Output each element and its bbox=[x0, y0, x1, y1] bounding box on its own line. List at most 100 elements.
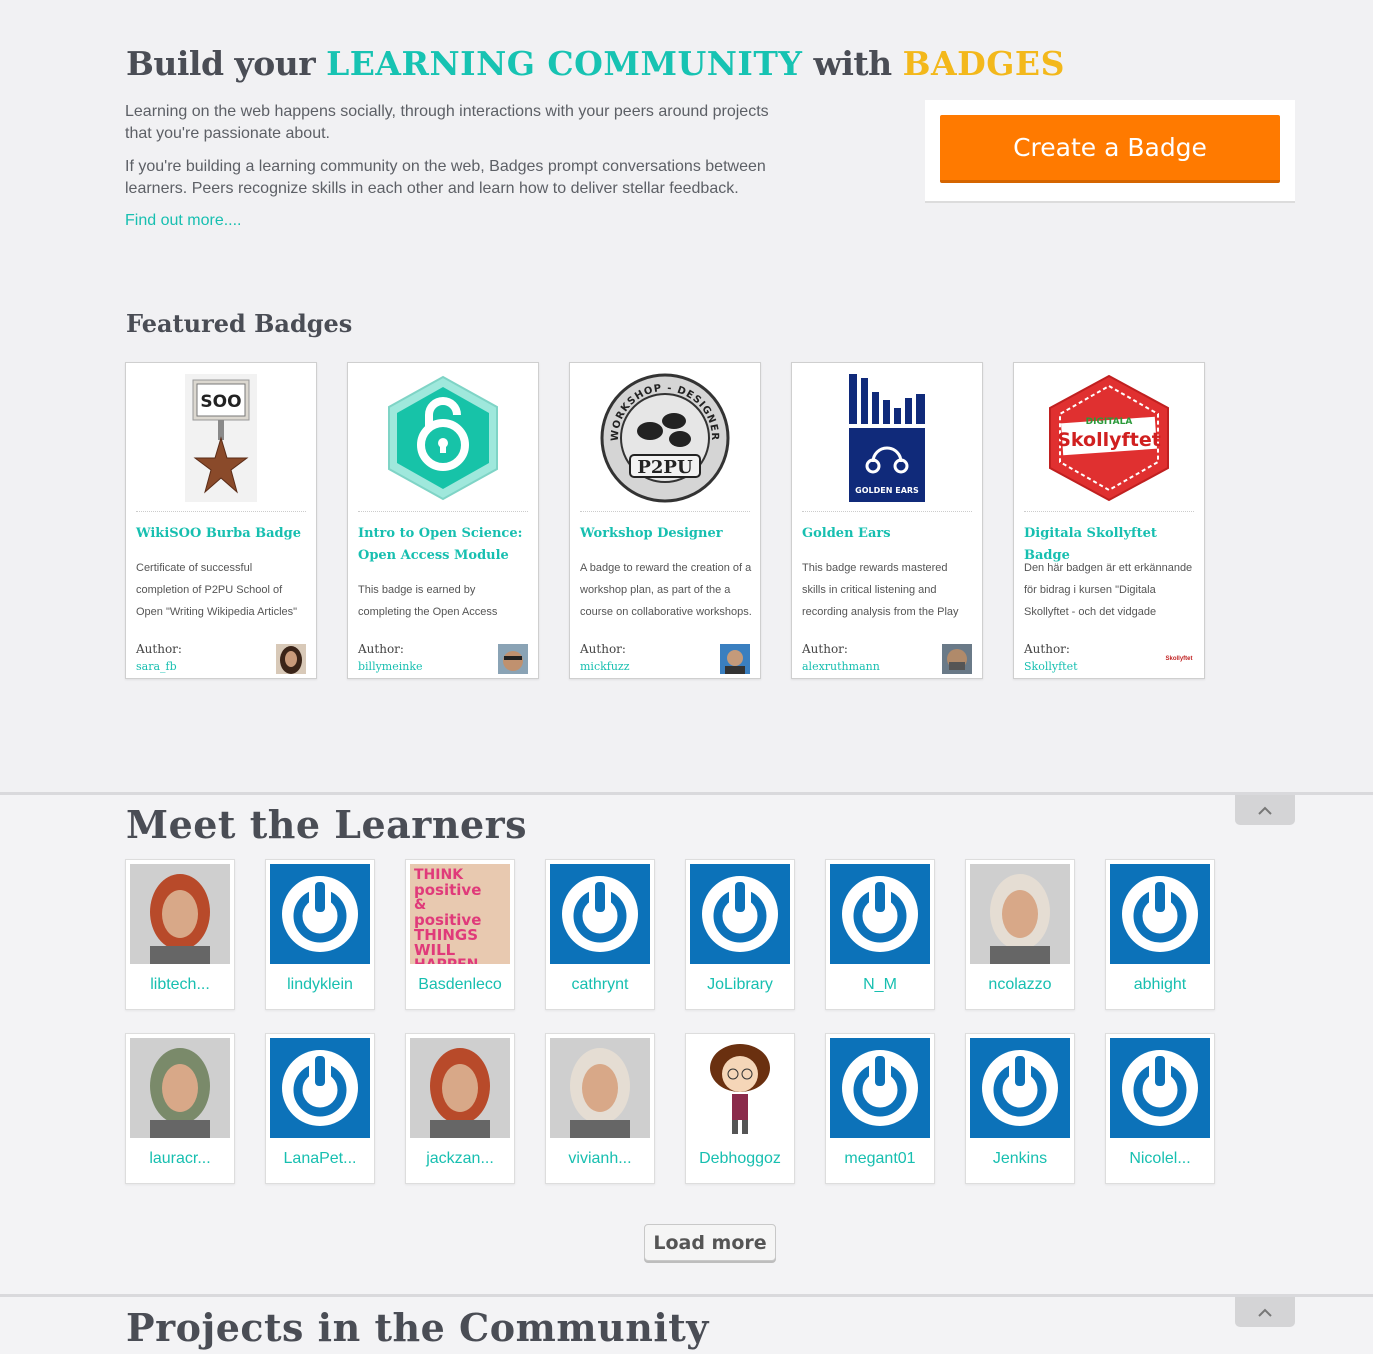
learner-photo: THINKpositive&positiveTHINGS WILLHAPPEN bbox=[410, 864, 510, 964]
learner-name[interactable]: lauracr... bbox=[126, 1150, 234, 1168]
learner-name[interactable]: Basdenleco bbox=[406, 976, 514, 994]
author-avatar[interactable]: Skollyftet bbox=[1164, 644, 1194, 674]
badge-image-workshop-designer: WORKSHOP - DESIGNER P2PU bbox=[580, 373, 750, 503]
author-avatar[interactable] bbox=[720, 644, 750, 674]
learner-card[interactable]: JoLibrary bbox=[685, 859, 795, 1010]
badge-image-golden-ears: GOLDEN EARS bbox=[802, 373, 972, 503]
badge-name[interactable]: Golden Ears bbox=[802, 523, 974, 545]
badge-card[interactable]: SOO WikiSOO Burba Badge Certificate of s… bbox=[125, 362, 317, 679]
cta-panel: Create a Badge bbox=[925, 100, 1295, 201]
badge-author-link[interactable]: Skollyftet bbox=[1024, 660, 1078, 673]
learner-card[interactable]: Jenkins bbox=[965, 1033, 1075, 1184]
badge-image-text-bottom: P2PU bbox=[637, 457, 693, 478]
learner-card[interactable]: lauracr... bbox=[125, 1033, 235, 1184]
power-icon bbox=[970, 1038, 1070, 1138]
badge-name[interactable]: Workshop Designer bbox=[580, 523, 752, 545]
learner-name[interactable]: abhight bbox=[1106, 976, 1214, 994]
learner-name[interactable]: cathrynt bbox=[546, 976, 654, 994]
badge-image-wikisoo: SOO bbox=[136, 373, 306, 503]
chevron-up-icon bbox=[1258, 1308, 1272, 1317]
find-out-more-link[interactable]: Find out more.... bbox=[125, 212, 242, 230]
badge-card[interactable]: GOLDEN EARS Golden Ears This badge rewar… bbox=[791, 362, 983, 679]
learner-card[interactable]: THINKpositive&positiveTHINGS WILLHAPPENB… bbox=[405, 859, 515, 1010]
chevron-up-icon bbox=[1258, 806, 1272, 815]
badge-image-text-small: DIGITALA bbox=[1086, 417, 1133, 427]
badge-card[interactable]: DIGITALA Skollyftet Digitala Skollyftet … bbox=[1013, 362, 1205, 679]
learner-photo bbox=[410, 1038, 510, 1138]
learner-card[interactable]: lindyklein bbox=[265, 859, 375, 1010]
hero-title: Build your LEARNING COMMUNITY with BADGE… bbox=[126, 44, 1065, 83]
learner-name[interactable]: N_M bbox=[826, 976, 934, 994]
learner-name[interactable]: lindyklein bbox=[266, 976, 374, 994]
learner-name[interactable]: libtech... bbox=[126, 976, 234, 994]
learner-card[interactable]: LanaPet... bbox=[265, 1033, 375, 1184]
badge-image-open-access bbox=[358, 373, 528, 503]
learner-name[interactable]: LanaPet... bbox=[266, 1150, 374, 1168]
learner-card[interactable]: cathrynt bbox=[545, 859, 655, 1010]
learner-name[interactable]: Jenkins bbox=[966, 1150, 1074, 1168]
badge-author-link[interactable]: billymeinke bbox=[358, 660, 423, 673]
power-icon bbox=[270, 864, 370, 964]
learner-photo-text: positive bbox=[414, 881, 482, 899]
power-icon bbox=[1110, 864, 1210, 964]
learner-name[interactable]: Nicolel... bbox=[1106, 1150, 1214, 1168]
section-divider bbox=[0, 792, 1373, 795]
badge-image-text: Skollyftet bbox=[1057, 429, 1161, 451]
power-icon bbox=[270, 1038, 370, 1138]
learner-card[interactable]: libtech... bbox=[125, 859, 235, 1010]
meet-learners-heading: Meet the Learners bbox=[126, 802, 528, 847]
badge-description: Certificate of successful completion of … bbox=[136, 562, 298, 618]
badge-image-text: GOLDEN EARS bbox=[855, 486, 919, 495]
learner-photo-text: THINGS WILL bbox=[414, 926, 479, 959]
learner-card[interactable]: ncolazzo bbox=[965, 859, 1075, 1010]
hero-paragraph-1: Learning on the web happens socially, th… bbox=[125, 103, 769, 142]
learner-photo bbox=[970, 864, 1070, 964]
load-more-button[interactable]: Load more bbox=[644, 1224, 776, 1261]
learner-card[interactable]: vivianh... bbox=[545, 1033, 655, 1184]
author-label: Author: bbox=[358, 642, 404, 656]
author-avatar[interactable] bbox=[276, 644, 306, 674]
scroll-up-button[interactable] bbox=[1235, 795, 1295, 825]
learner-name[interactable]: JoLibrary bbox=[686, 976, 794, 994]
author-label: Author: bbox=[1024, 642, 1070, 656]
learner-card[interactable]: Nicolel... bbox=[1105, 1033, 1215, 1184]
scroll-up-button[interactable] bbox=[1235, 1297, 1295, 1327]
author-avatar[interactable] bbox=[498, 644, 528, 674]
author-label: Author: bbox=[136, 642, 182, 656]
power-icon bbox=[830, 1038, 930, 1138]
badge-author-link[interactable]: alexruthmann bbox=[802, 660, 880, 673]
learner-photo bbox=[550, 1038, 650, 1138]
badge-card[interactable]: WORKSHOP - DESIGNER P2PU Workshop Design… bbox=[569, 362, 761, 679]
learner-card[interactable]: Debhoggoz bbox=[685, 1033, 795, 1184]
hero-title-highlight-badges: BADGES bbox=[902, 44, 1065, 83]
learner-photo bbox=[130, 864, 230, 964]
learner-name[interactable]: Debhoggoz bbox=[686, 1150, 794, 1168]
author-label: Author: bbox=[580, 642, 626, 656]
learner-name[interactable]: vivianh... bbox=[546, 1150, 654, 1168]
create-badge-button[interactable]: Create a Badge bbox=[940, 115, 1280, 183]
learner-card[interactable]: megant01 bbox=[825, 1033, 935, 1184]
learner-card[interactable]: N_M bbox=[825, 859, 935, 1010]
badge-description: Den här badgen är ett erkännande för bid… bbox=[1024, 562, 1193, 618]
learner-name[interactable]: megant01 bbox=[826, 1150, 934, 1168]
learner-card[interactable]: abhight bbox=[1105, 859, 1215, 1010]
hero-paragraph-2: If you're building a learning community … bbox=[125, 158, 766, 197]
power-icon bbox=[1110, 1038, 1210, 1138]
badge-image-skollyftet: DIGITALA Skollyftet bbox=[1024, 373, 1194, 503]
learner-card[interactable]: jackzan... bbox=[405, 1033, 515, 1184]
author-avatar[interactable] bbox=[942, 644, 972, 674]
section-divider bbox=[0, 1294, 1373, 1297]
badge-card[interactable]: Intro to Open Science: Open Access Modul… bbox=[347, 362, 539, 679]
badge-author-link[interactable]: mickfuzz bbox=[580, 660, 630, 673]
badge-author-link[interactable]: sara_fb bbox=[136, 660, 177, 673]
author-avatar-text: Skollyftet bbox=[1165, 656, 1193, 662]
badge-name[interactable]: WikiSOO Burba Badge bbox=[136, 523, 308, 545]
power-icon bbox=[690, 864, 790, 964]
learner-name[interactable]: jackzan... bbox=[406, 1150, 514, 1168]
learner-photo bbox=[690, 1038, 790, 1138]
learner-name[interactable]: ncolazzo bbox=[966, 976, 1074, 994]
badge-name[interactable]: Intro to Open Science: Open Access Modul… bbox=[358, 523, 530, 567]
badge-description: A badge to reward the creation of a work… bbox=[580, 562, 752, 618]
learner-photo-text: HAPPEN bbox=[414, 958, 506, 965]
badge-description: This badge is earned by completing the O… bbox=[358, 584, 498, 618]
